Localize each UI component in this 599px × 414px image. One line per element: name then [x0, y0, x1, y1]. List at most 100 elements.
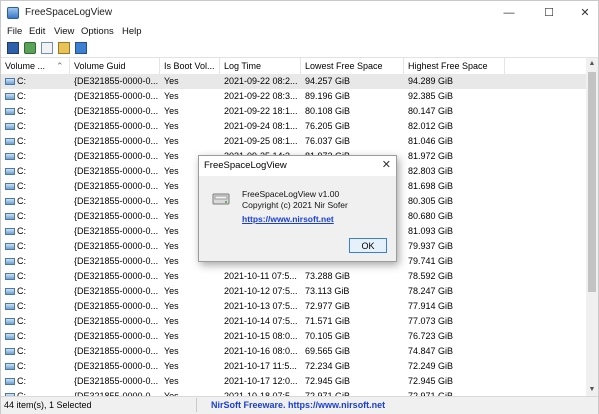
drive-icon [5, 78, 15, 85]
cell-guid: {DE321855-0000-0... [74, 316, 159, 326]
table-header: Volume ... ⌃ Volume Guid Is Boot Vol... … [1, 58, 586, 75]
cell-log-time: 2021-10-11 07:5... [224, 271, 297, 281]
table-row[interactable]: C: {DE321855-0000-0... Yes 2021-09-24 08:1.… [1, 119, 586, 134]
cell-volume: C: [1, 134, 70, 149]
column-header-guid[interactable]: Volume Guid [70, 58, 160, 74]
cell-volume: C: [1, 74, 70, 89]
maximize-button[interactable]: ☐ [538, 5, 560, 21]
cell-guid: {DE321855-0000-0... [74, 256, 159, 266]
cell-guid: {DE321855-0000-0... [74, 106, 159, 116]
cell-boot: Yes [164, 286, 179, 296]
cell-highest: 76.723 GiB [408, 331, 454, 341]
menu-edit[interactable]: Edit [29, 26, 45, 37]
table-row[interactable]: C: {DE321855-0000-0... Yes 2021-10-17 12:0.… [1, 374, 586, 389]
table-row[interactable]: C: {DE321855-0000-0... Yes 2021-10-16 08:0.… [1, 344, 586, 359]
menu-file[interactable]: File [7, 26, 22, 37]
cell-guid: {DE321855-0000-0... [74, 286, 159, 296]
properties-icon[interactable] [58, 42, 70, 54]
vertical-scrollbar[interactable]: ▲ ▼ [586, 58, 598, 396]
cell-guid: {DE321855-0000-0... [74, 166, 159, 176]
cell-log-time: 2021-10-17 12:0... [224, 376, 298, 386]
cell-boot: Yes [164, 331, 179, 341]
table-row[interactable]: C: {DE321855-0000-0... Yes 2021-09-22 08:2.… [1, 74, 586, 89]
cell-boot: Yes [164, 76, 179, 86]
status-nirsoft-link[interactable]: NirSoft Freeware. https://www.nirsoft.ne… [211, 400, 385, 410]
table-row[interactable]: C: {DE321855-0000-0... Yes 2021-10-15 08:0.… [1, 329, 586, 344]
cell-boot: Yes [164, 376, 179, 386]
dialog-close-icon[interactable]: ✕ [382, 158, 391, 171]
drive-icon [5, 168, 15, 175]
exit-icon[interactable] [75, 42, 87, 54]
cell-boot: Yes [164, 106, 179, 116]
cell-boot: Yes [164, 361, 179, 371]
column-header-boot[interactable]: Is Boot Vol... [160, 58, 220, 74]
cell-boot: Yes [164, 136, 179, 146]
cell-log-time: 2021-09-22 08:2... [224, 76, 298, 86]
main-window: FreeSpaceLogView — ☐ ✕ File Edit View Op… [0, 0, 599, 414]
cell-lowest: 94.257 GiB [305, 76, 351, 86]
menu-options[interactable]: Options [81, 26, 114, 37]
column-header-log-time[interactable]: Log Time [220, 58, 301, 74]
cell-guid: {DE321855-0000-0... [74, 196, 159, 206]
menu-bar: File Edit View Options Help [1, 25, 598, 39]
cell-volume: C: [1, 179, 70, 194]
dialog-website-link[interactable]: https://www.nirsoft.net [242, 214, 334, 224]
column-header-highest[interactable]: Highest Free Space [404, 58, 505, 74]
table-row[interactable]: C: {DE321855-0000-0... Yes 2021-09-22 18:1.… [1, 104, 586, 119]
cell-lowest: 76.037 GiB [305, 136, 351, 146]
cell-log-time: 2021-09-25 08:1... [224, 136, 298, 146]
drive-icon [5, 273, 15, 280]
scroll-up-icon[interactable]: ▲ [586, 58, 598, 70]
cell-highest: 77.073 GiB [408, 316, 454, 326]
drive-icon [5, 363, 15, 370]
cell-guid: {DE321855-0000-0... [74, 76, 159, 86]
drive-icon [5, 318, 15, 325]
table-row[interactable]: C: {DE321855-0000-0... Yes 2021-09-25 08:1.… [1, 134, 586, 149]
table-row[interactable]: C: {DE321855-0000-0... Yes 2021-09-22 08:3.… [1, 89, 586, 104]
column-header-volume[interactable]: Volume ... ⌃ [1, 58, 70, 74]
scroll-down-icon[interactable]: ▼ [586, 384, 598, 396]
title-bar[interactable]: FreeSpaceLogView — ☐ ✕ [1, 1, 598, 25]
table-row[interactable]: C: {DE321855-0000-0... Yes 2021-10-13 07:5.… [1, 299, 586, 314]
cell-guid: {DE321855-0000-0... [74, 331, 159, 341]
status-item-count: 44 item(s), 1 Selected [4, 400, 92, 410]
table-row[interactable]: C: {DE321855-0000-0... Yes 2021-10-12 07:5.… [1, 284, 586, 299]
cell-log-time: 2021-10-17 11:5... [224, 361, 297, 371]
dialog-body: FreeSpaceLogView v1.00 Copyright (c) 202… [199, 176, 396, 261]
cell-highest: 81.093 GiB [408, 226, 454, 236]
table-row[interactable]: C: {DE321855-0000-0... Yes 2021-10-11 07:5.… [1, 269, 586, 284]
column-header-lowest[interactable]: Lowest Free Space [301, 58, 404, 74]
cell-log-time: 2021-10-14 07:5... [224, 316, 298, 326]
ok-button[interactable]: OK [349, 238, 387, 253]
cell-log-time: 2021-10-12 07:5... [224, 286, 298, 296]
toolbar [1, 39, 598, 58]
close-button[interactable]: ✕ [574, 5, 596, 21]
cell-boot: Yes [164, 316, 179, 326]
cell-highest: 78.592 GiB [408, 271, 454, 281]
table-row[interactable]: C: {DE321855-0000-0... Yes 2021-10-17 11:5.… [1, 359, 586, 374]
cell-boot: Yes [164, 391, 179, 396]
cell-guid: {DE321855-0000-0... [74, 361, 159, 371]
table-row[interactable]: C: {DE321855-0000-0... Yes 2021-10-14 07:5.… [1, 314, 586, 329]
cell-highest: 81.972 GiB [408, 151, 454, 161]
refresh-icon[interactable] [24, 42, 36, 54]
table-row[interactable]: C: {DE321855-0000-0... Yes 2021-10-18 07:5.… [1, 389, 586, 396]
drive-icon [5, 243, 15, 250]
cell-highest: 80.305 GiB [408, 196, 454, 206]
cell-highest: 81.698 GiB [408, 181, 454, 191]
menu-view[interactable]: View [54, 26, 74, 37]
save-icon[interactable] [7, 42, 19, 54]
cell-guid: {DE321855-0000-0... [74, 226, 159, 236]
cell-lowest: 76.205 GiB [305, 121, 351, 131]
cell-guid: {DE321855-0000-0... [74, 391, 159, 396]
menu-help[interactable]: Help [122, 26, 142, 37]
cell-log-time: 2021-09-22 18:1... [224, 106, 298, 116]
copy-icon[interactable] [41, 42, 53, 54]
minimize-button[interactable]: — [498, 5, 520, 21]
drive-icon [5, 258, 15, 265]
cell-lowest: 73.113 GiB [305, 286, 350, 296]
drive-icon [5, 123, 15, 130]
cell-lowest: 72.977 GiB [305, 301, 351, 311]
cell-volume: C: [1, 269, 70, 284]
scroll-thumb[interactable] [588, 72, 596, 292]
